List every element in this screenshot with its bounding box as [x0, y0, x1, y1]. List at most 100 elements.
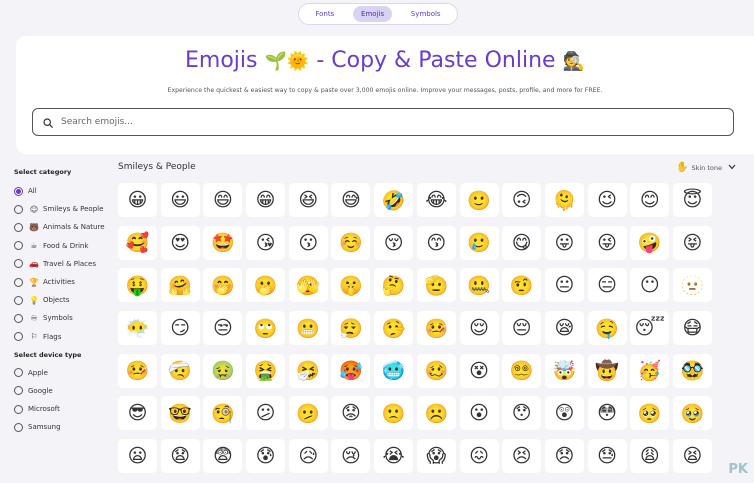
emoji-cell[interactable]: 😑	[587, 268, 627, 303]
emoji-cell[interactable]: 😝	[672, 225, 712, 260]
emoji-cell[interactable]: 😐	[544, 268, 584, 303]
emoji-cell[interactable]: 🤑	[118, 268, 157, 303]
emoji-cell[interactable]: 🤭	[203, 268, 243, 303]
emoji-cell[interactable]: 😳	[587, 396, 627, 431]
emoji-cell[interactable]: 🥳	[630, 353, 670, 388]
category-option[interactable]: All	[14, 182, 114, 200]
emoji-cell[interactable]: 😣	[502, 439, 542, 474]
emoji-cell[interactable]: 😥	[288, 439, 328, 474]
emoji-cell[interactable]: 🙄	[246, 311, 286, 346]
emoji-cell[interactable]: 😪	[544, 311, 584, 346]
radio-button[interactable]	[14, 386, 23, 396]
emoji-cell[interactable]: 😏	[160, 311, 200, 346]
emoji-cell[interactable]: 😄	[203, 183, 243, 217]
emoji-cell[interactable]: 😮‍💨	[331, 311, 371, 346]
radio-button[interactable]	[14, 295, 23, 305]
emoji-cell[interactable]: 😀	[118, 183, 157, 217]
radio-button[interactable]	[14, 186, 23, 196]
radio-button[interactable]	[14, 313, 23, 323]
emoji-cell[interactable]: 😲	[544, 396, 584, 431]
category-option[interactable]: 🏆 Activities	[14, 273, 114, 291]
emoji-cell[interactable]: 🤢	[203, 353, 243, 388]
emoji-cell[interactable]: 🫡	[416, 268, 456, 303]
radio-button[interactable]	[14, 404, 23, 414]
emoji-cell[interactable]: 😕	[246, 396, 286, 431]
emoji-cell[interactable]: 😴	[630, 311, 670, 346]
radio-button[interactable]	[14, 259, 23, 269]
search-input[interactable]	[61, 117, 661, 127]
emoji-cell[interactable]: 😔	[502, 311, 542, 346]
emoji-cell[interactable]: 🙃	[502, 183, 542, 217]
emoji-cell[interactable]: 🥰	[118, 225, 157, 260]
emoji-cell[interactable]: 🥲	[459, 225, 499, 260]
category-option[interactable]: ☺ Smileys & People	[14, 200, 114, 218]
emoji-cell[interactable]: 🫤	[288, 396, 328, 431]
emoji-cell[interactable]: 🤧	[288, 353, 328, 388]
radio-button[interactable]	[14, 422, 23, 432]
category-option[interactable]: 💡 Objects	[14, 291, 114, 309]
device-option[interactable]: Google	[14, 382, 114, 400]
emoji-cell[interactable]: 😵	[459, 353, 499, 388]
emoji-cell[interactable]: 😦	[118, 439, 157, 474]
category-option[interactable]: ♾ Symbols	[14, 309, 114, 327]
emoji-cell[interactable]: 🫠	[544, 183, 584, 217]
emoji-cell[interactable]: 🤠	[587, 353, 627, 388]
tab-symbols[interactable]: Symbols	[403, 6, 449, 22]
emoji-cell[interactable]: 🤯	[544, 353, 584, 388]
emoji-cell[interactable]: 🤗	[160, 268, 200, 303]
emoji-cell[interactable]: 🤩	[203, 225, 243, 260]
emoji-cell[interactable]: 🥴	[416, 353, 456, 388]
category-option[interactable]: ☕ Food & Drink	[14, 237, 114, 255]
emoji-cell[interactable]: 🤒	[416, 311, 456, 346]
emoji-cell[interactable]: 😜	[587, 225, 627, 260]
emoji-cell[interactable]: 😖	[459, 439, 499, 474]
emoji-cell[interactable]: 🥸	[672, 353, 712, 388]
emoji-cell[interactable]: 🤔	[374, 268, 414, 303]
emoji-cell[interactable]: 🥵	[331, 353, 371, 388]
device-option[interactable]: Apple	[14, 364, 114, 382]
emoji-cell[interactable]: 😒	[203, 311, 243, 346]
emoji-cell[interactable]: 😎	[118, 396, 157, 431]
emoji-cell[interactable]: 🙂	[459, 183, 499, 217]
emoji-cell[interactable]: 😌	[459, 311, 499, 346]
radio-button[interactable]	[14, 241, 23, 251]
emoji-cell[interactable]: 😶‍🌫️	[118, 311, 157, 346]
emoji-cell[interactable]: 🤨	[502, 268, 542, 303]
emoji-cell[interactable]: 😙	[416, 225, 456, 260]
emoji-cell[interactable]: 🤫	[331, 268, 371, 303]
category-option[interactable]: 🐻 Animals & Nature	[14, 218, 114, 236]
category-option[interactable]: ⚐ Flags	[14, 328, 114, 346]
emoji-cell[interactable]: 😍	[160, 225, 200, 260]
emoji-cell[interactable]: 🥺	[630, 396, 670, 431]
emoji-cell[interactable]: 🤕	[160, 353, 200, 388]
emoji-cell[interactable]: 😃	[160, 183, 200, 217]
emoji-cell[interactable]: 🤤	[587, 311, 627, 346]
emoji-cell[interactable]: 😬	[288, 311, 328, 346]
radio-button[interactable]	[14, 368, 23, 378]
emoji-cell[interactable]: 😞	[544, 439, 584, 474]
emoji-cell[interactable]: 😘	[246, 225, 286, 260]
emoji-cell[interactable]: 😮	[459, 396, 499, 431]
emoji-cell[interactable]: 🤪	[630, 225, 670, 260]
device-option[interactable]: Samsung	[14, 418, 114, 436]
emoji-cell[interactable]: 🤓	[160, 396, 200, 431]
emoji-cell[interactable]: 😧	[160, 439, 200, 474]
emoji-cell[interactable]: 😂	[416, 183, 456, 217]
emoji-cell[interactable]: 😇	[672, 183, 712, 217]
emoji-cell[interactable]: 😗	[288, 225, 328, 260]
emoji-cell[interactable]: 😷	[672, 311, 712, 346]
emoji-cell[interactable]: 🤥	[374, 311, 414, 346]
emoji-cell[interactable]: 😯	[502, 396, 542, 431]
emoji-cell[interactable]: 😵‍💫	[502, 353, 542, 388]
emoji-cell[interactable]: 🤮	[246, 353, 286, 388]
emoji-cell[interactable]: 🧐	[203, 396, 243, 431]
emoji-cell[interactable]: 🥶	[374, 353, 414, 388]
emoji-cell[interactable]: 😆	[288, 183, 328, 217]
tab-emojis[interactable]: Emojis	[353, 6, 393, 22]
emoji-cell[interactable]: 😁	[246, 183, 286, 217]
emoji-cell[interactable]: ☹️	[416, 396, 456, 431]
emoji-cell[interactable]: 😫	[672, 439, 712, 474]
emoji-cell[interactable]: 🤣	[374, 183, 414, 217]
emoji-cell[interactable]: 😟	[331, 396, 371, 431]
emoji-cell[interactable]: 😚	[374, 225, 414, 260]
